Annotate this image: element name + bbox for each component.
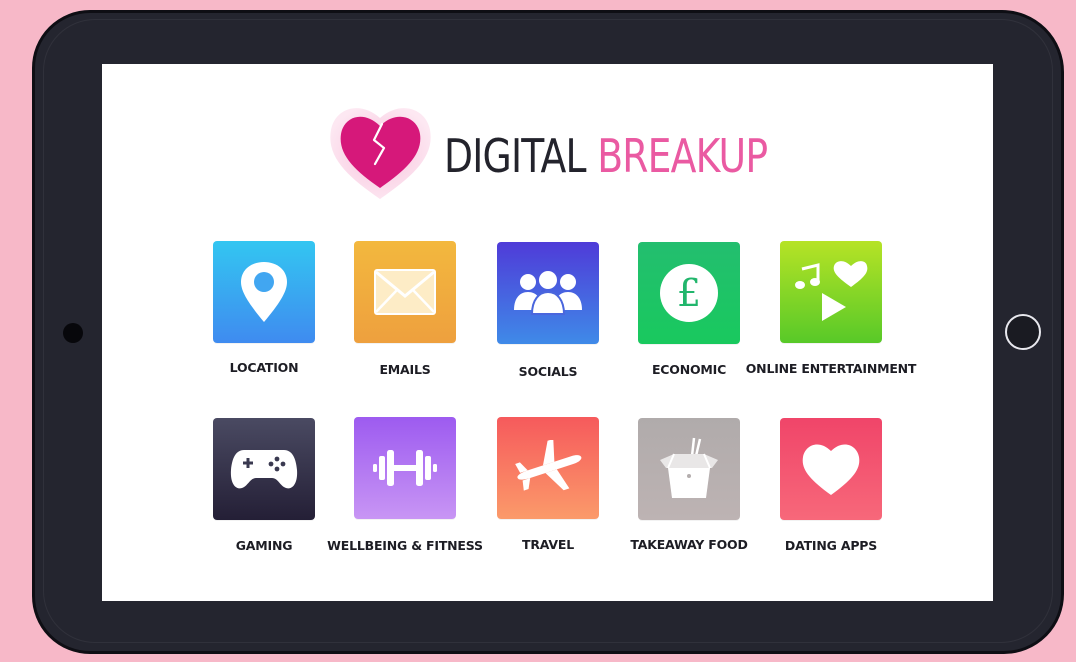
location-pin-icon xyxy=(241,262,287,322)
airplane-icon xyxy=(515,440,582,491)
app-label-online-entertainment[interactable]: ONLINE ENTERTAINMENT xyxy=(736,361,926,376)
heart-icon xyxy=(802,444,860,495)
app-tile-online-entertainment[interactable] xyxy=(780,241,882,343)
svg-text:£: £ xyxy=(677,271,701,315)
app-tile-travel[interactable] xyxy=(497,417,599,519)
app-tile-dating-apps[interactable] xyxy=(780,418,882,520)
people-group-icon xyxy=(514,271,582,315)
page-title: DIGITAL BREAKUP xyxy=(444,126,768,186)
front-camera xyxy=(63,323,83,343)
broken-heart-logo-icon xyxy=(330,108,431,199)
app-tile-socials[interactable] xyxy=(497,242,599,344)
music-heart-play-icon xyxy=(795,261,868,321)
app-tile-gaming[interactable] xyxy=(213,418,315,520)
app-tile-takeaway-food[interactable] xyxy=(638,418,740,520)
app-tile-emails[interactable] xyxy=(354,241,456,343)
home-button[interactable] xyxy=(1005,314,1041,350)
app-tile-economic[interactable]: £ xyxy=(638,242,740,344)
app-tile-wellbeing-fitness[interactable] xyxy=(354,417,456,519)
app-label-dating-apps[interactable]: DATING APPS xyxy=(736,538,926,553)
app-screen: DIGITALBREAKUP LOCATION EMAILS SOCIALS xyxy=(102,64,993,601)
dumbbell-icon xyxy=(373,450,437,486)
title-part-digital: DIGITAL xyxy=(444,129,587,183)
envelope-icon xyxy=(374,269,436,315)
app-tile-location[interactable] xyxy=(213,241,315,343)
game-controller-icon xyxy=(230,450,298,489)
takeaway-box-icon xyxy=(660,437,718,498)
title-part-breakup: BREAKUP xyxy=(597,129,768,183)
pound-coin-icon: £ xyxy=(660,264,718,322)
